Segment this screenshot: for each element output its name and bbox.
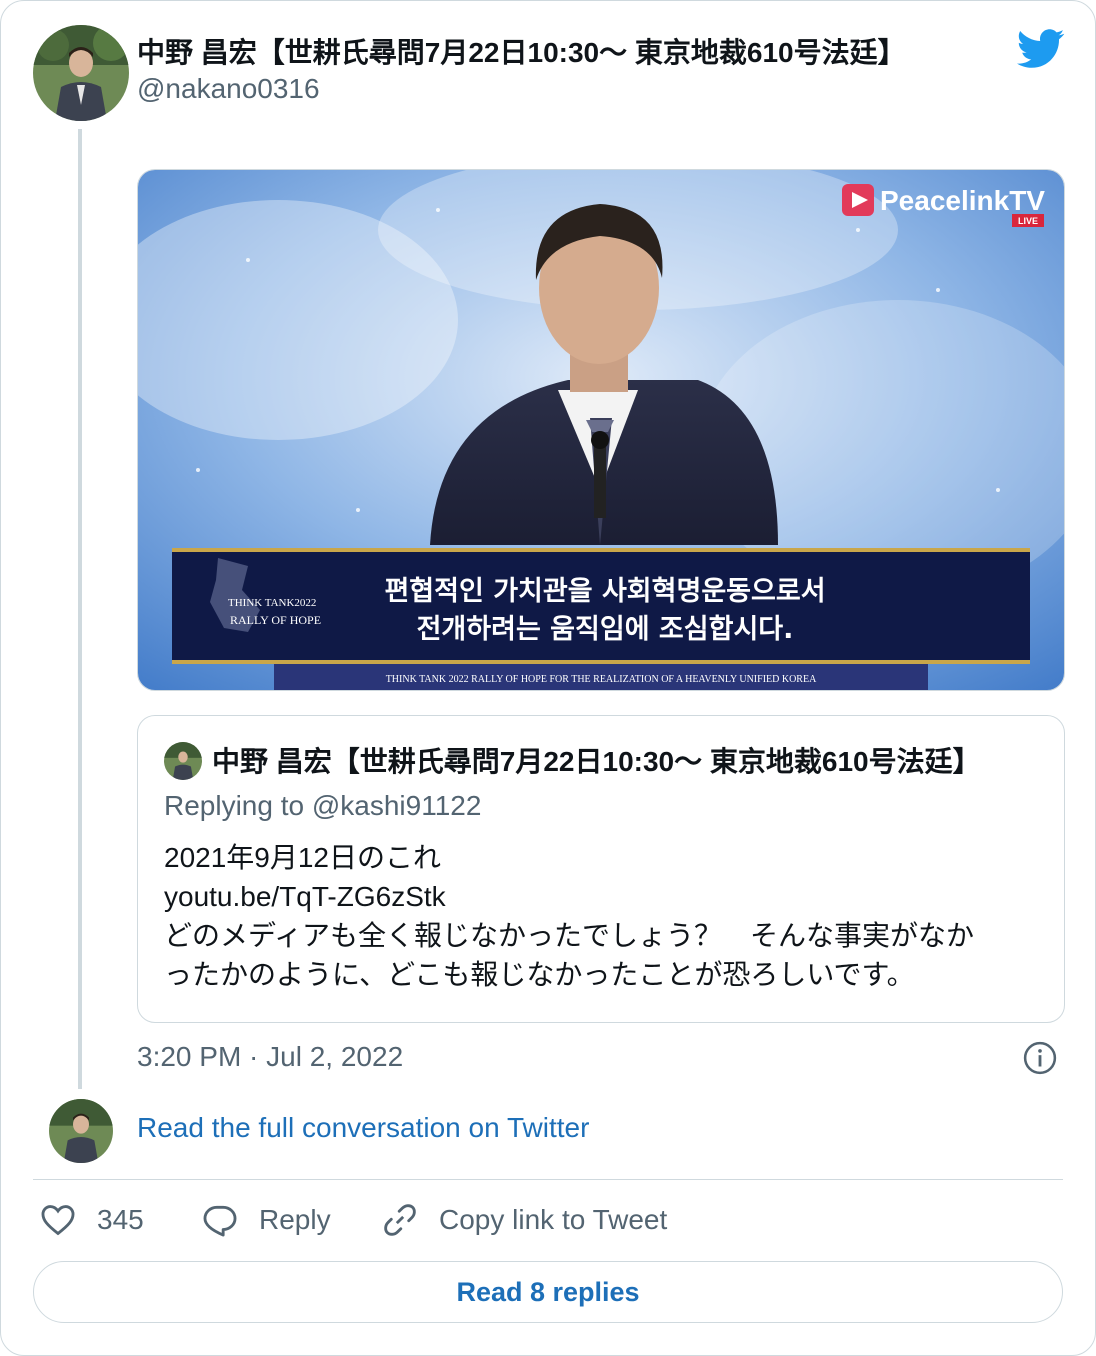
caption-line1: 편협적인 가치관을 사회혁명운동으로서 <box>384 576 825 607</box>
live-badge: LIVE <box>1018 216 1038 226</box>
copy-link-label: Copy link to Tweet <box>439 1204 668 1235</box>
tweet-media-image[interactable]: THINK TANK2022 RALLY OF HOPE 편협적인 가치관을 사… <box>137 169 1065 691</box>
like-button[interactable]: 345 <box>39 1199 144 1241</box>
reader-avatar <box>49 1099 113 1163</box>
thread-line <box>78 129 82 1089</box>
peacelink-logo-text: PeacelinkTV <box>880 185 1045 216</box>
reply-label: Reply <box>259 1204 331 1235</box>
author-avatar[interactable] <box>33 25 129 121</box>
caption-line2: 전개하려는 움직임에 조심합시다. <box>417 614 794 645</box>
heart-icon <box>41 1205 75 1236</box>
read-full-conversation-link[interactable]: Read the full conversation on Twitter <box>137 1112 589 1144</box>
quoted-tweet[interactable]: 中野 昌宏【世耕氏尋問7月22日10:30〜 東京地裁610号法廷】 Reply… <box>137 715 1065 1023</box>
author-name[interactable]: 中野 昌宏【世耕氏尋問7月22日10:30〜 東京地裁610号法廷】 <box>137 31 906 71</box>
quoted-tweet-text: 2021年9月12日のこれ youtu.be/TqT-ZG6zStk どのメディ… <box>164 842 975 990</box>
tweet-timestamp[interactable]: 3:20 PM · Jul 2, 2022 <box>137 1041 403 1073</box>
ticker-text: THINK TANK 2022 RALLY OF HOPE FOR THE RE… <box>386 674 817 685</box>
replying-to: Replying to @kashi91122 <box>164 790 482 821</box>
info-icon[interactable] <box>1023 1041 1057 1075</box>
reply-button[interactable]: Reply <box>201 1199 331 1241</box>
quoted-author-name: 中野 昌宏【世耕氏尋問7月22日10:30〜 東京地裁610号法廷】 <box>212 746 981 777</box>
left-logo-line2: RALLY OF HOPE <box>230 613 321 627</box>
like-count: 345 <box>97 1204 144 1235</box>
divider <box>33 1179 1063 1180</box>
reply-icon <box>203 1205 237 1237</box>
copy-link-button[interactable]: Copy link to Tweet <box>381 1199 667 1241</box>
read-replies-button[interactable]: Read 8 replies <box>33 1261 1063 1323</box>
left-logo-line1: THINK TANK2022 <box>228 597 316 609</box>
twitter-bird-icon[interactable] <box>1017 29 1065 69</box>
link-icon <box>384 1204 416 1236</box>
author-handle[interactable]: @nakano0316 <box>137 73 320 105</box>
tweet-card: 中野 昌宏【世耕氏尋問7月22日10:30〜 東京地裁610号法廷】 @naka… <box>0 0 1096 1356</box>
quoted-author-avatar <box>164 742 202 780</box>
